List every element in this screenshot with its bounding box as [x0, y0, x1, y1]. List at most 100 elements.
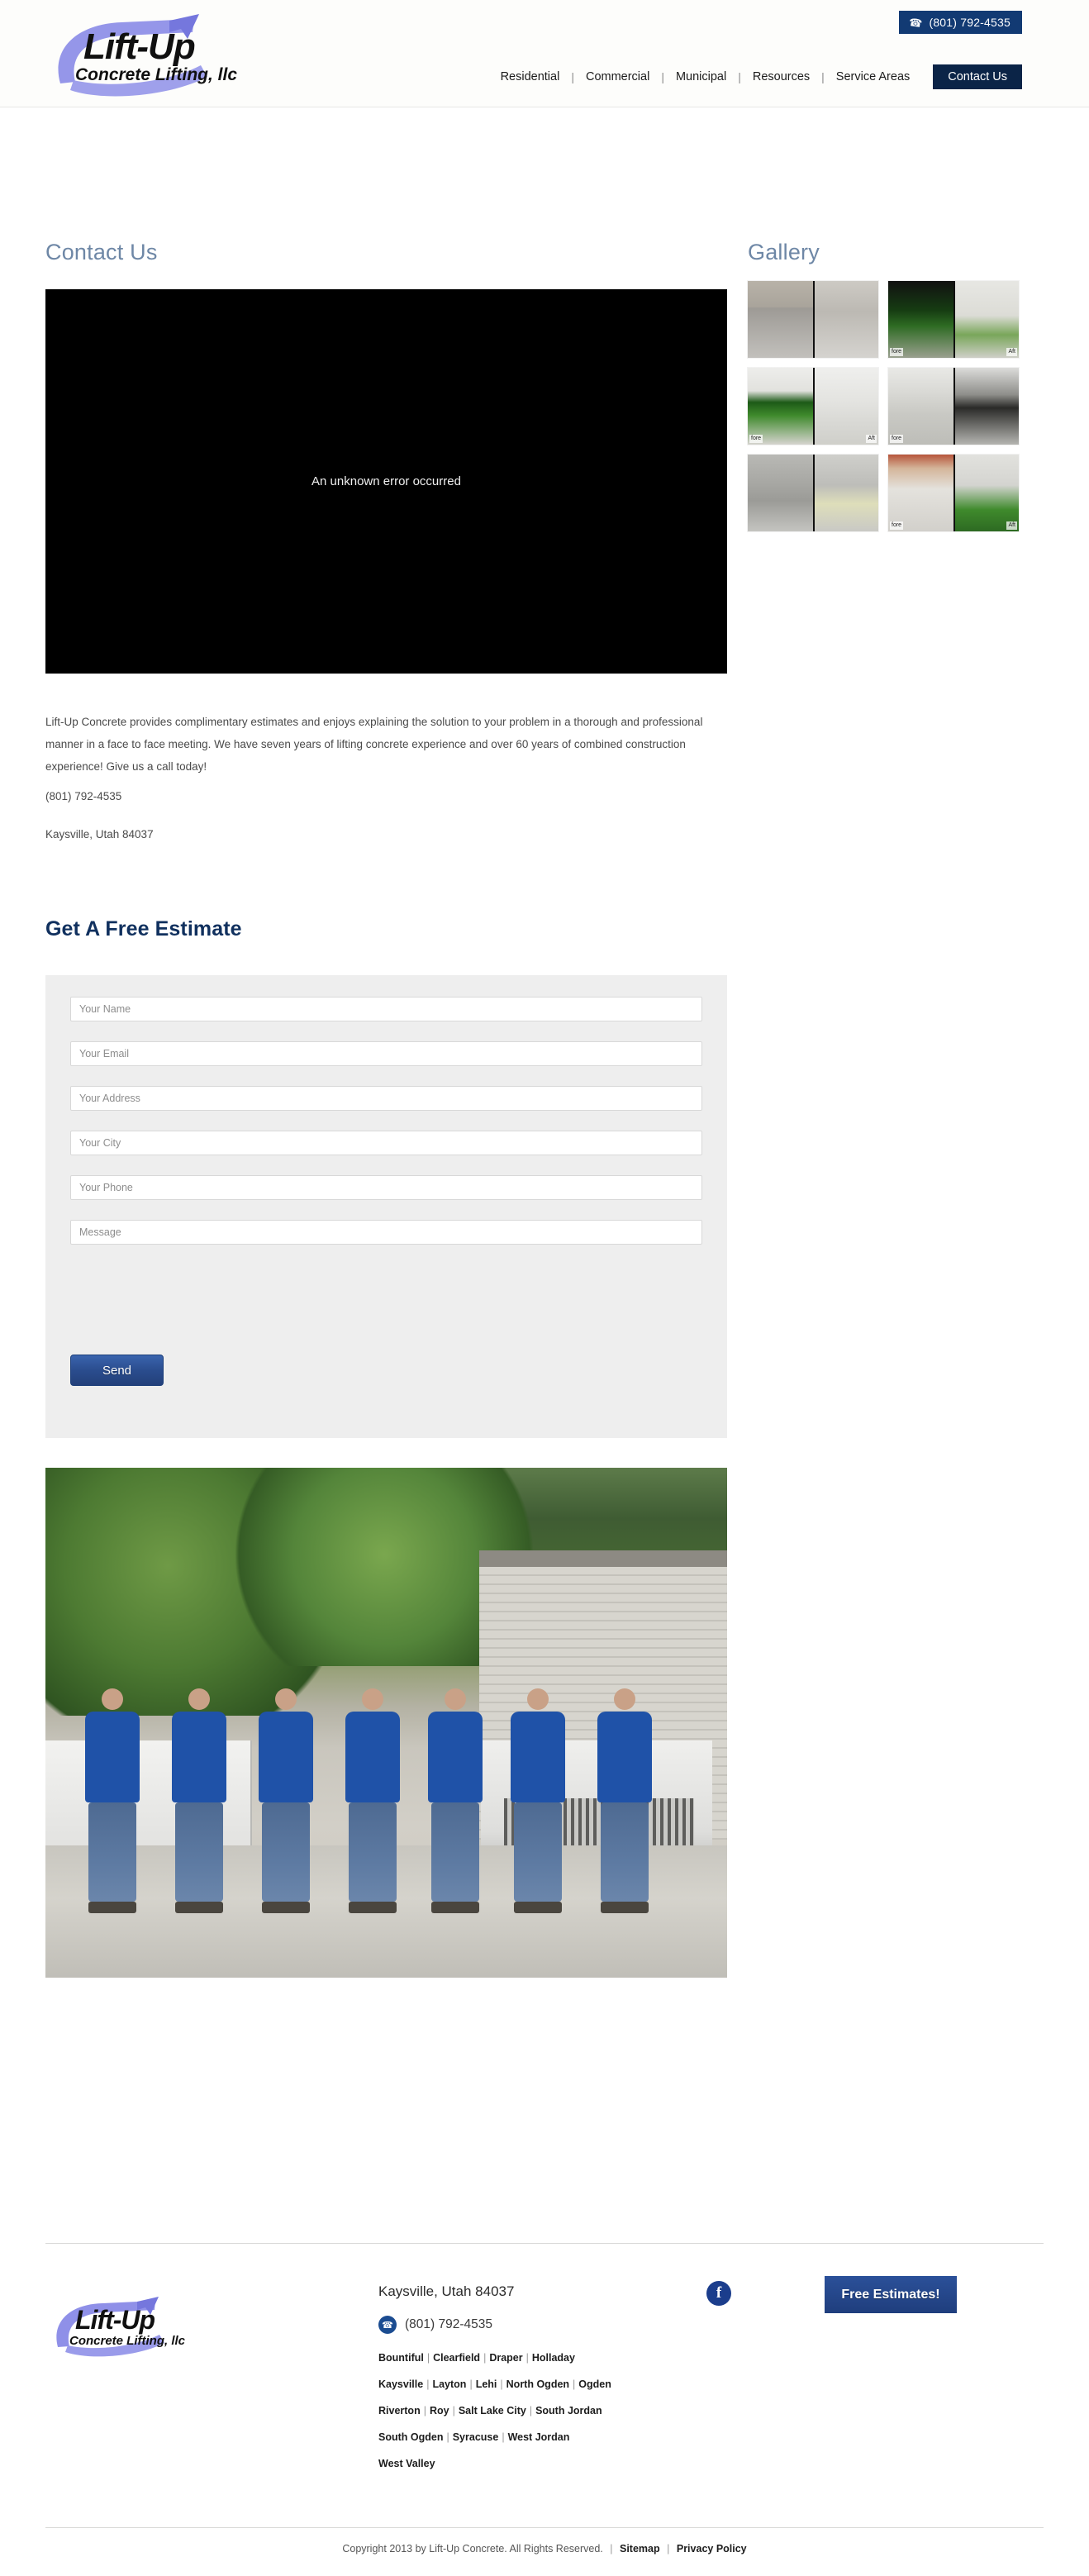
- city-separator: |: [426, 2378, 430, 2390]
- nav-contact-us-button[interactable]: Contact Us: [933, 64, 1022, 89]
- before-image: [748, 455, 813, 531]
- privacy-policy-link[interactable]: Privacy Policy: [677, 2543, 747, 2555]
- phone-icon: ☎: [378, 2316, 397, 2334]
- service-area-links: Bountiful | Clearfield | Draper | Holladay Kays…: [378, 2345, 725, 2477]
- copyright-separator: |: [667, 2543, 670, 2555]
- svg-text:Lift-Up: Lift-Up: [75, 2305, 155, 2335]
- before-label: fore: [890, 521, 904, 530]
- city-separator: |: [469, 2378, 473, 2390]
- page-title: Contact Us: [45, 240, 158, 264]
- before-image: [888, 281, 953, 358]
- city-link[interactable]: Roy: [430, 2405, 449, 2416]
- send-button[interactable]: Send: [70, 1355, 164, 1386]
- city-row: Riverton | Roy | Salt Lake City | South Jordan: [378, 2398, 725, 2425]
- city-link[interactable]: Riverton: [378, 2405, 421, 2416]
- gallery-thumb-6[interactable]: fore Aft: [888, 455, 1019, 531]
- gallery-grid: fore Aft fore Aft fore fore Aft: [748, 281, 1020, 531]
- photo-person: [256, 1688, 316, 1913]
- city-separator: |: [423, 2404, 426, 2416]
- video-player[interactable]: An unknown error occurred: [45, 289, 727, 674]
- field-row: [45, 1066, 727, 1111]
- city-link[interactable]: West Jordan: [508, 2431, 570, 2443]
- photo-person: [508, 1688, 568, 1913]
- photo-person: [343, 1688, 402, 1913]
- city-link[interactable]: Clearfield: [433, 2352, 480, 2364]
- city-link[interactable]: South Ogden: [378, 2431, 443, 2443]
- city-separator: |: [500, 2378, 503, 2390]
- photo-person: [83, 1688, 142, 1913]
- after-image: [813, 455, 878, 531]
- phone-field[interactable]: [70, 1175, 702, 1200]
- contact-address: Kaysville, Utah 84037: [45, 828, 154, 840]
- address-field[interactable]: [70, 1086, 702, 1111]
- before-image: [888, 455, 953, 531]
- field-row: [45, 1021, 727, 1066]
- svg-text:Concrete Lifting, llc: Concrete Lifting, llc: [75, 65, 237, 84]
- city-link[interactable]: Kaysville: [378, 2378, 423, 2390]
- city-link[interactable]: West Valley: [378, 2458, 435, 2469]
- city-row: South Ogden | Syracuse | West Jordan: [378, 2425, 725, 2451]
- field-row: [45, 975, 727, 1021]
- nav-item-municipal[interactable]: Municipal: [664, 70, 738, 83]
- page-content: Contact Us An unknown error occurred Lif…: [0, 107, 1089, 1978]
- city-link[interactable]: Layton: [432, 2378, 466, 2390]
- footer-divider: [45, 2243, 1044, 2244]
- footer-phone[interactable]: ☎ (801) 792-4535: [378, 2316, 492, 2334]
- after-image: [953, 455, 1019, 531]
- city-separator: |: [529, 2404, 533, 2416]
- facebook-icon[interactable]: f: [706, 2281, 731, 2306]
- gallery-thumb-3[interactable]: fore Aft: [748, 368, 878, 445]
- city-separator: |: [483, 2352, 487, 2364]
- city-separator: |: [446, 2431, 449, 2443]
- before-label: fore: [749, 435, 763, 443]
- photo-person: [169, 1688, 229, 1913]
- after-label: Aft: [866, 435, 877, 443]
- city-row: Bountiful | Clearfield | Draper | Holladay: [378, 2345, 725, 2372]
- footer-logo[interactable]: Lift-Up Concrete Lifting, llc: [48, 2294, 226, 2359]
- city-link[interactable]: Lehi: [476, 2378, 497, 2390]
- copyright-text: Copyright 2013 by Lift-Up Concrete. All …: [342, 2543, 603, 2555]
- before-label: fore: [890, 435, 904, 443]
- city-row: West Valley: [378, 2451, 725, 2478]
- site-logo[interactable]: Lift-Up Concrete Lifting, llc: [45, 11, 293, 98]
- video-error-message: An unknown error occurred: [311, 474, 461, 488]
- header-phone-button[interactable]: ☎ (801) 792-4535: [899, 11, 1022, 34]
- copyright-bar: Copyright 2013 by Lift-Up Concrete. All …: [0, 2543, 1089, 2555]
- footer-phone-label: (801) 792-4535: [405, 2317, 492, 2331]
- gallery-thumb-5[interactable]: [748, 455, 878, 531]
- name-field[interactable]: [70, 997, 702, 1021]
- nav-item-residential[interactable]: Residential: [489, 70, 572, 83]
- city-link[interactable]: North Ogden: [506, 2378, 569, 2390]
- city-link[interactable]: South Jordan: [535, 2405, 602, 2416]
- main-navigation: Residential | Commercial | Municipal | R…: [489, 64, 1022, 89]
- gallery-thumb-2[interactable]: fore Aft: [888, 281, 1019, 358]
- city-link[interactable]: Draper: [489, 2352, 522, 2364]
- gallery-thumb-1[interactable]: [748, 281, 878, 358]
- nav-item-service-areas[interactable]: Service Areas: [825, 70, 921, 83]
- gallery-title: Gallery: [748, 240, 820, 264]
- free-estimates-button[interactable]: Free Estimates!: [825, 2276, 957, 2313]
- after-label: Aft: [1006, 348, 1017, 356]
- city-separator: |: [452, 2404, 455, 2416]
- nav-item-commercial[interactable]: Commercial: [574, 70, 661, 83]
- city-link[interactable]: Ogden: [578, 2378, 611, 2390]
- before-image: [748, 368, 813, 445]
- message-field[interactable]: [70, 1220, 702, 1245]
- sitemap-link[interactable]: Sitemap: [620, 2543, 660, 2555]
- svg-text:Lift-Up: Lift-Up: [83, 26, 195, 67]
- gallery-thumb-4[interactable]: fore: [888, 368, 1019, 445]
- header-phone-label: (801) 792-4535: [929, 16, 1011, 29]
- contact-phone[interactable]: (801) 792-4535: [45, 790, 121, 802]
- email-field[interactable]: [70, 1041, 702, 1066]
- city-link[interactable]: Salt Lake City: [459, 2405, 526, 2416]
- city-link[interactable]: Bountiful: [378, 2352, 424, 2364]
- city-separator: |: [573, 2378, 576, 2390]
- nav-item-resources[interactable]: Resources: [741, 70, 821, 83]
- city-link[interactable]: Holladay: [532, 2352, 575, 2364]
- before-label: fore: [890, 348, 904, 356]
- city-separator: |: [525, 2352, 529, 2364]
- site-header: Lift-Up Concrete Lifting, llc ☎ (801) 79…: [0, 0, 1089, 107]
- city-link[interactable]: Syracuse: [453, 2431, 499, 2443]
- city-field[interactable]: [70, 1131, 702, 1155]
- field-row: [45, 1200, 727, 1245]
